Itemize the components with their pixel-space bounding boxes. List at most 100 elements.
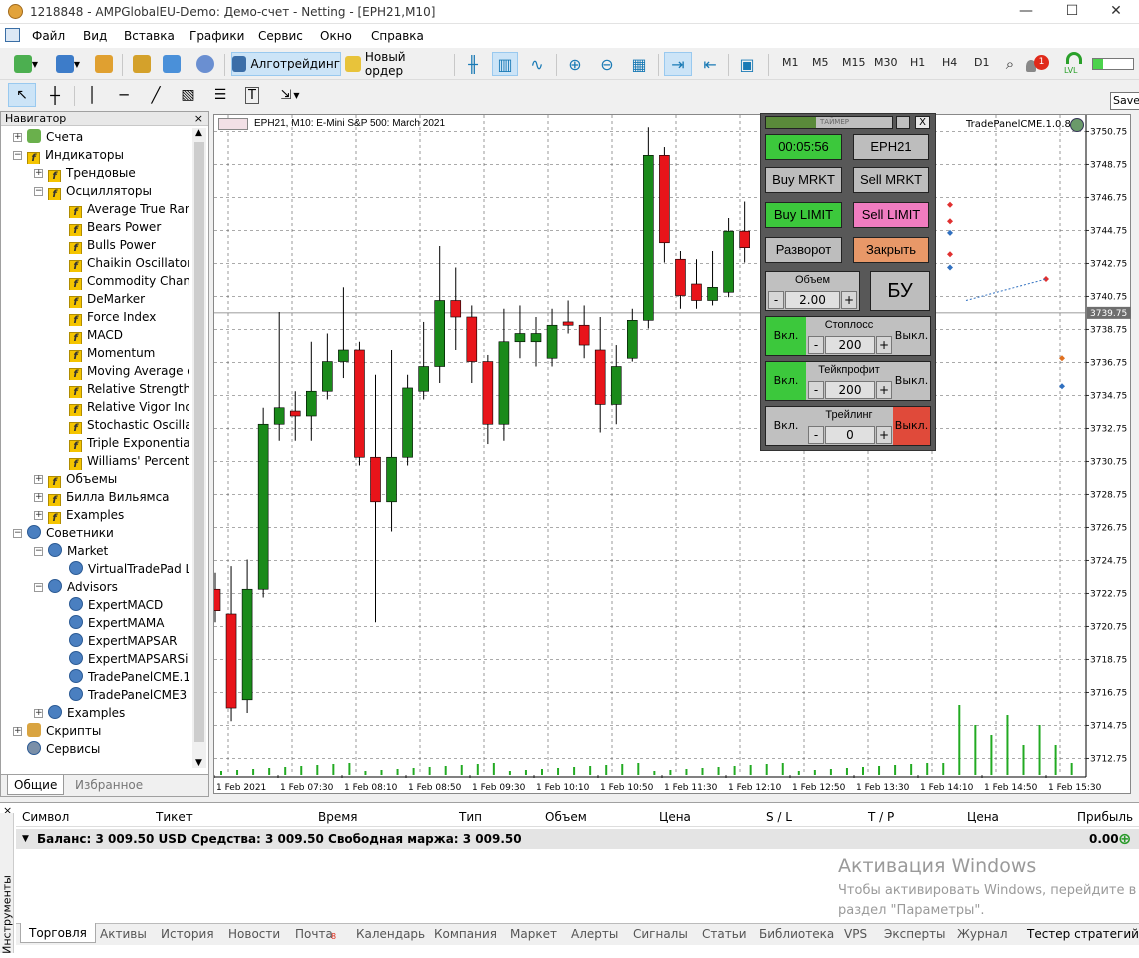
navigator-item[interactable]: TradePanelCME3 [69,686,189,704]
trailing-on-button[interactable]: Вкл. [766,407,806,445]
takeprofit-on-button[interactable]: Вкл. [766,362,806,400]
navigator-scroll-thumb[interactable] [194,142,204,742]
balance-row[interactable]: ▼ Баланс: 3 009.50 USD Средства: 3 009.5… [16,829,1139,849]
tab-experts[interactable]: Эксперты [884,927,946,941]
tf-m1[interactable]: M1 [782,56,799,69]
navigator-item[interactable]: f Force Index [69,308,189,326]
scroll-down-icon[interactable]: ▼ [195,758,202,768]
scroll-up-icon[interactable]: ▲ [195,128,202,138]
tf-m5[interactable]: M5 [812,56,829,69]
collapse-icon[interactable]: − [34,187,43,196]
col-current-price[interactable]: Цена [967,810,999,824]
menu-file[interactable]: Файл [32,29,65,43]
tile-windows-button[interactable]: ▦ [626,52,652,76]
takeprofit-input[interactable]: 200 [825,381,875,399]
col-type[interactable]: Тип [459,810,482,824]
trailing-plus-button[interactable]: + [876,426,892,444]
navigator-item[interactable]: f Williams' Percent Range [69,452,189,470]
navigator-item[interactable]: f Commodity Channel Index [69,272,189,290]
candle-chart-button[interactable]: ▥ [492,52,518,76]
tab-signals[interactable]: Сигналы [633,927,688,941]
collapse-icon[interactable]: − [13,151,22,160]
menu-help[interactable]: Справка [371,29,424,43]
breakeven-button[interactable]: БУ [870,271,930,311]
collapse-icon[interactable]: − [13,529,22,538]
col-symbol[interactable]: Символ [22,810,69,824]
history-button[interactable] [92,52,116,76]
chart-shift-button[interactable]: ⇤ [697,52,723,76]
tab-calendar[interactable]: Календарь [356,927,425,941]
navigator-item[interactable]: Сервисы [27,740,189,758]
menu-service[interactable]: Сервис [258,29,303,43]
navigator-item[interactable]: Счета [27,128,189,146]
navigator-item[interactable]: f Moving Average of Oscillator [69,362,189,380]
navigator-item[interactable]: VirtualTradePad Lite [69,560,189,578]
tf-h4[interactable]: H4 [942,56,957,69]
new-chart-button[interactable]: ▼ [8,52,44,76]
navigator-item[interactable]: f Осцилляторы [48,182,189,200]
search-button[interactable]: ⌕ [998,52,1022,76]
notifications-button[interactable]: 1 [1026,54,1049,76]
takeprofit-plus-button[interactable]: + [876,381,892,399]
col-profit[interactable]: Прибыль [1077,810,1133,824]
expand-icon[interactable]: + [34,709,43,718]
trailing-off-button[interactable]: Выкл. [893,407,930,445]
templates-button[interactable]: ▣ [734,52,760,76]
crosshair-tool-button[interactable]: ┼ [42,83,68,107]
tab-market[interactable]: Маркет [510,927,557,941]
navigator-item[interactable]: f Momentum [69,344,189,362]
navigator-item[interactable]: f Bears Power [69,218,189,236]
vertical-line-button[interactable]: │ [80,83,104,107]
col-time[interactable]: Время [318,810,358,824]
tf-m30[interactable]: M30 [874,56,898,69]
new-order-button[interactable]: Новый ордер [344,50,448,78]
tab-articles[interactable]: Статьи [702,927,747,941]
sell-limit-button[interactable]: Sell LIMIT [853,202,929,228]
volume-input[interactable]: 2.00 [785,291,840,309]
navigator-item[interactable]: f MACD [69,326,189,344]
tab-news[interactable]: Новости [228,927,280,941]
col-ticket[interactable]: Тикет [156,810,193,824]
cursor-tool-button[interactable]: ↖ [8,83,36,107]
navigator-item[interactable]: Советники [27,524,189,542]
tab-favorites[interactable]: Избранное [69,775,149,795]
menu-insert[interactable]: Вставка [124,29,175,43]
trailing-input[interactable]: 0 [825,426,875,444]
menu-window[interactable]: Окно [320,29,352,43]
col-price[interactable]: Цена [659,810,691,824]
vps-button[interactable] [193,52,217,76]
navigator-item[interactable]: TradePanelCME.1.0.8+ [69,668,189,686]
panel-minimize-button[interactable] [896,116,910,129]
close-window-button[interactable]: ✕ [1093,0,1139,24]
volume-plus-button[interactable]: + [841,291,857,309]
tab-journal[interactable]: Журнал [957,927,1008,941]
panel-close-button[interactable]: X [915,116,930,129]
navigator-item[interactable]: f Индикаторы [27,146,189,164]
profiles-button[interactable]: ▼ [50,52,86,76]
trendline-button[interactable]: ╱ [144,83,168,107]
horizontal-line-button[interactable]: ─ [112,83,136,107]
market-button[interactable] [130,52,154,76]
navigator-item[interactable]: f Трендовые [48,164,189,182]
expert-advisor-icon[interactable] [1070,118,1084,132]
chart-window[interactable]: 3750.75 3748.75 3746.75 3744.75 3742.75 3740.… [213,114,1131,794]
maximize-button[interactable]: ☐ [1049,0,1095,24]
signals-button[interactable] [160,52,184,76]
close-position-button[interactable]: Закрыть [853,237,929,263]
collapse-icon[interactable]: − [34,583,43,592]
navigator-item[interactable]: ExpertMACD [69,596,189,614]
navigator-item[interactable]: f Average True Range [69,200,189,218]
navigator-close-button[interactable]: × [194,112,203,126]
shapes-dropdown-button[interactable]: ⇲ ▼ [272,83,308,107]
tab-vps[interactable]: VPS [844,927,867,941]
volume-minus-button[interactable]: - [768,291,784,309]
tab-company[interactable]: Компания [434,927,497,941]
tab-history[interactable]: История [161,927,214,941]
navigator-item[interactable]: f DeMarker [69,290,189,308]
signal-level-button[interactable]: LVL [1062,52,1086,78]
navigator-item[interactable]: f Chaikin Oscillator [69,254,189,272]
equidistant-channel-button[interactable]: ▧ [176,83,200,107]
tab-mail[interactable]: Почта [295,927,333,941]
navigator-item[interactable]: f Stochastic Oscillator [69,416,189,434]
strategy-tester-button[interactable]: Тестер стратегий [1027,927,1139,941]
